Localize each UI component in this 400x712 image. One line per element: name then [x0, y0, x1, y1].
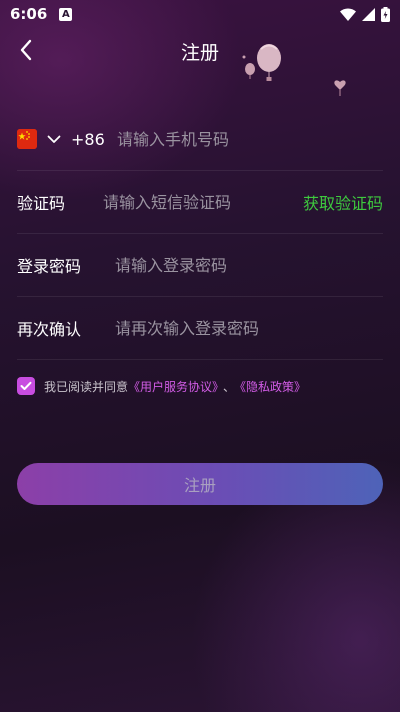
sms-code-label: 验证码: [17, 194, 66, 213]
signal-icon: [362, 7, 375, 21]
register-button[interactable]: 注册: [17, 463, 383, 505]
chevron-down-icon[interactable]: [47, 135, 61, 144]
small-balloon-icon: [245, 63, 255, 79]
phone-input[interactable]: [117, 129, 383, 149]
check-icon: [20, 381, 32, 390]
privacy-policy-link[interactable]: 《隐私政策》: [240, 380, 306, 394]
china-flag-icon[interactable]: [17, 129, 37, 149]
confirm-password-label: 再次确认: [17, 320, 82, 339]
status-time: 6:06: [10, 5, 48, 23]
big-balloon-icon: [257, 44, 281, 81]
wifi-icon: [340, 7, 356, 21]
password-input[interactable]: [115, 255, 383, 275]
sms-code-row: 验证码 获取验证码: [17, 171, 383, 234]
get-code-button[interactable]: 获取验证码: [303, 190, 383, 214]
password-label: 登录密码: [17, 257, 82, 276]
confirm-password-input[interactable]: [115, 318, 383, 338]
confirm-password-row: 再次确认: [17, 297, 383, 360]
country-code[interactable]: +86: [71, 130, 117, 149]
sms-code-input[interactable]: [102, 192, 303, 212]
agreement-separator: 、: [223, 379, 236, 394]
password-row: 登录密码: [17, 234, 383, 297]
user-agreement-link[interactable]: 《用户服务协议》: [128, 380, 218, 394]
notification-icon: A: [59, 7, 73, 21]
phone-row: +86: [17, 108, 383, 171]
agreement-row: 我已阅读并同意《用户服务协议》、《隐私政策》: [17, 376, 306, 396]
status-bar: 6:06 A: [0, 0, 400, 28]
heart-icon: [334, 80, 346, 96]
status-icons: [340, 6, 390, 22]
status-left: 6:06 A: [10, 5, 73, 23]
agreement-checkbox[interactable]: [17, 377, 35, 395]
battery-icon: [381, 6, 390, 22]
agreement-prefix: 我已阅读并同意: [44, 379, 129, 394]
balloons-decoration: [242, 44, 346, 96]
